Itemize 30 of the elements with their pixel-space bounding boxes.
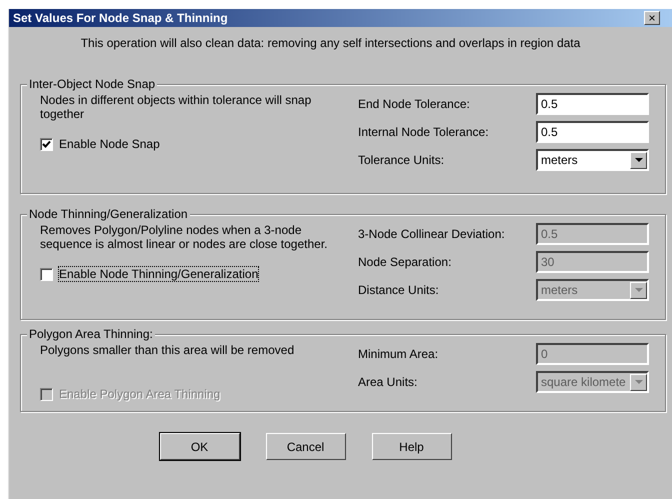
- checkbox-label[interactable]: Enable Node Thinning/Generalization: [59, 267, 258, 282]
- description-text: Removes Polygon/Polyline nodes when a 3-node sequence is almost linear or nodes are close together.: [40, 223, 329, 254]
- field-label: Tolerance Units:: [358, 152, 444, 168]
- input-field[interactable]: 0.5: [536, 121, 649, 143]
- dialog-button[interactable]: Cancel: [266, 433, 346, 460]
- checkbox[interactable]: [40, 268, 53, 281]
- dialog-button[interactable]: OK: [160, 433, 240, 460]
- input-field[interactable]: 0.5: [536, 93, 649, 115]
- caret-icon: [630, 282, 647, 298]
- description-text: Polygons smaller than this area will be removed: [40, 343, 296, 359]
- group-title: Inter-Object Node Snap: [27, 77, 158, 92]
- field-label: Internal Node Tolerance:: [358, 124, 489, 140]
- caret-icon: [630, 152, 647, 168]
- dropdown[interactable]: meters: [536, 149, 649, 171]
- group-title: Node Thinning/Generalization: [27, 207, 190, 222]
- group-title: Polygon Area Thinning:: [27, 327, 155, 342]
- dialog-button[interactable]: Help: [372, 433, 452, 460]
- description-text: Nodes in different objects within tolerance will snap together: [40, 93, 312, 124]
- field-label: Area Units:: [358, 374, 418, 390]
- caret-icon: [630, 374, 647, 390]
- intro-text: This operation will also clean data: removing any self intersections and overlaps in region data: [80, 36, 580, 50]
- checkbox-label[interactable]: Enable Node Snap: [59, 137, 160, 152]
- field-label: Minimum Area:: [358, 346, 438, 362]
- window-title: Set Values For Node Snap & Thinning: [13, 10, 228, 26]
- field-label: Node Separation:: [358, 254, 452, 270]
- checkbox[interactable]: [40, 138, 53, 151]
- field-label: Distance Units:: [358, 282, 439, 298]
- field-label: 3-Node Collinear Deviation:: [358, 226, 505, 242]
- close-button[interactable]: ×: [644, 11, 660, 25]
- field-label: End Node Tolerance:: [358, 96, 470, 112]
